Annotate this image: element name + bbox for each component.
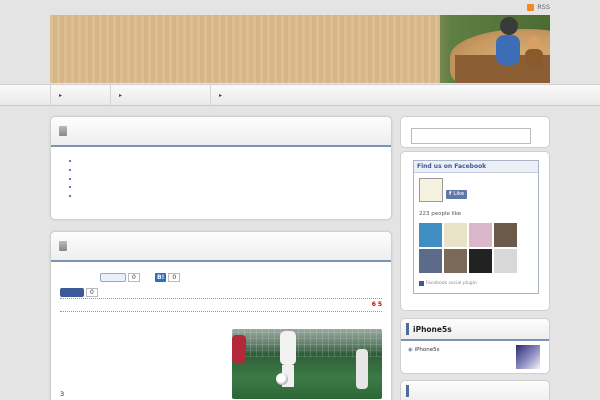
facebook-small-icon	[419, 281, 424, 286]
tweet-share[interactable]: 0	[100, 273, 140, 282]
site-title	[72, 27, 272, 67]
article-paragraph	[60, 366, 210, 375]
third-widget-header	[401, 381, 549, 400]
fan-avatar[interactable]	[494, 223, 517, 247]
recent-posts-title	[71, 126, 201, 136]
facebook-page-avatar[interactable]	[419, 178, 443, 202]
recent-post-link[interactable]	[79, 166, 391, 175]
player-3	[356, 349, 368, 389]
recent-posts-header	[51, 117, 391, 147]
article-paragraph	[60, 342, 210, 351]
facebook-like-label: Like	[453, 191, 465, 197]
banner-figure-1-body	[496, 35, 520, 65]
article-header	[51, 232, 391, 262]
facebook-box-title: Find us on Facebook	[414, 161, 538, 173]
nav-menu	[50, 85, 270, 107]
fan-avatar[interactable]	[444, 249, 467, 273]
iphone-widget-title: iPhone5s	[413, 324, 452, 334]
facebook-share-button[interactable]	[60, 288, 84, 297]
hatena-bookmark-icon[interactable]: B!	[155, 273, 167, 282]
iphone-item-thumbnail[interactable]	[516, 345, 540, 369]
facebook-likes-count: 223 people like	[419, 211, 461, 217]
rss-label: RSS	[537, 3, 550, 11]
top-bar: RSS	[0, 0, 600, 14]
facebook-likes-text: 223 people like	[419, 211, 462, 217]
recent-posts-list	[51, 147, 391, 201]
nav-item-3[interactable]	[210, 85, 270, 107]
banner-figure-1	[500, 17, 518, 35]
hatena-count: 0	[168, 273, 181, 282]
heading-marker-icon	[59, 126, 67, 136]
article-title	[71, 241, 271, 251]
facebook-fan-faces	[419, 223, 517, 273]
facebook-share[interactable]: 0	[60, 288, 98, 297]
recent-post-link[interactable]	[79, 183, 391, 192]
fan-avatar[interactable]	[419, 249, 442, 273]
nav-bar	[0, 84, 600, 107]
meta-divider	[60, 298, 382, 299]
article-paragraph	[60, 316, 210, 325]
recent-post-link[interactable]	[79, 157, 391, 166]
heading-marker-icon	[59, 241, 67, 251]
fan-avatar[interactable]	[494, 249, 517, 273]
facebook-social-plugin-footer: Facebook social plugin	[419, 281, 477, 286]
header-banner[interactable]	[50, 15, 550, 83]
fan-avatar[interactable]	[444, 223, 467, 247]
facebook-plugin-label: Facebook social plugin	[426, 281, 477, 286]
text-run: 3	[60, 390, 65, 398]
post-date-month: 5	[377, 301, 382, 308]
rss-icon	[527, 3, 535, 11]
player-1	[280, 331, 296, 365]
fan-avatar[interactable]	[469, 223, 492, 247]
recent-post-link[interactable]	[79, 192, 391, 201]
fan-avatar[interactable]	[419, 223, 442, 247]
hatena-share[interactable]: B! 0	[155, 273, 181, 282]
tweet-count: 0	[128, 273, 140, 282]
search-input[interactable]	[411, 128, 531, 144]
banner-figure-2-body	[525, 49, 543, 67]
iphone-widget-header: iPhone5s	[401, 319, 549, 341]
player-2	[232, 335, 246, 363]
facebook-like-button[interactable]: f Like	[446, 190, 468, 199]
facebook-share-count: 0	[86, 288, 98, 297]
recent-posts-panel	[50, 116, 392, 220]
iphone-widget-item[interactable]: iPhone5s	[408, 346, 512, 355]
tweet-button[interactable]	[100, 273, 126, 282]
soccer-ball-icon	[276, 373, 288, 385]
rss-link[interactable]: RSS	[527, 3, 550, 11]
nav-item-1[interactable]	[50, 85, 110, 107]
article-soccer-photo	[232, 329, 382, 399]
meta-divider	[60, 311, 382, 312]
post-date-day: 6	[371, 301, 376, 308]
post-meta: 6 5	[300, 301, 382, 308]
fan-avatar[interactable]	[469, 249, 492, 273]
facebook-like-box: Find us on Facebook f Like 223 people li…	[413, 160, 539, 294]
widget-header-marker	[406, 323, 409, 335]
third-widget	[400, 380, 550, 400]
nav-item-2[interactable]	[110, 85, 210, 107]
third-widget-title	[413, 387, 453, 396]
recent-post-link[interactable]	[79, 175, 391, 184]
widget-header-marker	[406, 385, 409, 397]
article-paragraph: 3	[60, 390, 210, 399]
